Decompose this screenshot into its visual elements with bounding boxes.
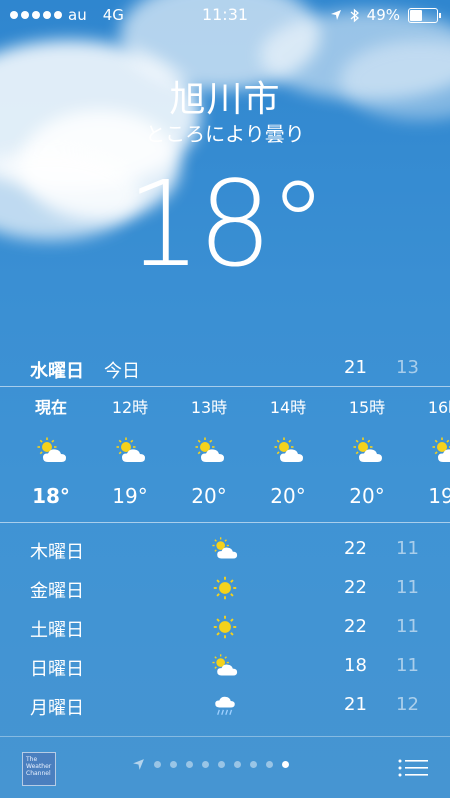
today-day: 水曜日: [30, 361, 84, 382]
list-icon[interactable]: [398, 758, 428, 778]
hourly-item: 現在 18°: [16, 388, 86, 520]
hourly-forecast[interactable]: 現在 18° 12時 19° 13時 20° 14時 20° 15時 20° 16時 19°: [0, 388, 450, 520]
daily-low: 12: [396, 694, 419, 715]
daily-forecast[interactable]: 木曜日 22 11 金曜日 22 11 土曜日 22 11 日曜日 18 11 月曜日 21 12: [0, 530, 450, 725]
daily-row: 月曜日 21 12: [0, 686, 450, 725]
daily-high: 18: [344, 655, 367, 676]
today-low: 13: [396, 357, 419, 378]
page-dot[interactable]: [250, 761, 257, 768]
partly-cloudy-icon: [35, 436, 69, 466]
sun-icon: [210, 614, 240, 640]
hour-temperature: 20°: [270, 484, 306, 508]
battery-icon: [408, 7, 441, 23]
status-bar: au 4G 11:31 49%: [0, 0, 450, 30]
daily-day: 月曜日: [30, 698, 84, 719]
hour-temperature: 20°: [349, 484, 385, 508]
divider: [0, 386, 450, 387]
page-dot[interactable]: [218, 761, 225, 768]
daily-low: 11: [396, 616, 419, 637]
divider: [0, 522, 450, 523]
hour-label: 16時: [427, 398, 450, 417]
hourly-item: 15時 20°: [332, 388, 402, 520]
location-arrow-icon: [133, 759, 144, 770]
hourly-item: 16時 19°: [411, 388, 450, 520]
partly-cloudy-icon: [193, 436, 227, 466]
partly-cloudy-icon: [210, 536, 240, 562]
weather-condition: ところにより曇り: [145, 122, 305, 146]
hourly-item: 13時 20°: [174, 388, 244, 520]
partly-cloudy-icon: [272, 436, 306, 466]
daily-day: 日曜日: [30, 659, 84, 680]
hour-temperature: 18°: [32, 484, 70, 508]
today-summary: 水曜日 今日 21 13: [0, 353, 450, 383]
weather-channel-logo[interactable]: The Weather Channel: [22, 752, 56, 786]
page-dot[interactable]: [202, 761, 209, 768]
bluetooth-icon: [350, 8, 359, 22]
battery-percent: 49%: [366, 6, 400, 24]
daily-low: 11: [396, 655, 419, 676]
current-temperature: 18°: [126, 155, 327, 293]
partly-cloudy-icon: [351, 436, 385, 466]
hour-label: 12時: [111, 398, 149, 417]
page-dot[interactable]: [170, 761, 177, 768]
daily-day: 土曜日: [30, 620, 84, 641]
daily-low: 11: [396, 577, 419, 598]
daily-high: 22: [344, 577, 367, 598]
city-name: 旭川市: [169, 79, 281, 120]
partly-cloudy-icon: [430, 436, 450, 466]
page-dot[interactable]: [154, 761, 161, 768]
bottom-toolbar: The Weather Channel: [0, 736, 450, 798]
hour-label: 14時: [269, 398, 307, 417]
hour-label: 15時: [348, 398, 386, 417]
hour-label: 現在: [34, 398, 67, 417]
hourly-item: 14時 20°: [253, 388, 323, 520]
daily-high: 21: [344, 694, 367, 715]
hourly-item: 12時 19°: [95, 388, 165, 520]
daily-low: 11: [396, 538, 419, 559]
hour-temperature: 20°: [191, 484, 227, 508]
page-dot[interactable]: [186, 761, 193, 768]
daily-row: 木曜日 22 11: [0, 530, 450, 569]
daily-high: 22: [344, 538, 367, 559]
location-arrow-icon: [330, 10, 341, 20]
hour-label: 13時: [190, 398, 228, 417]
page-indicator[interactable]: [132, 758, 289, 771]
page-dot[interactable]: [266, 761, 273, 768]
partly-cloudy-icon: [210, 653, 240, 679]
today-high: 21: [344, 357, 367, 378]
today-label: 今日: [104, 361, 140, 382]
sun-icon: [210, 575, 240, 601]
daily-row: 土曜日 22 11: [0, 608, 450, 647]
daily-high: 22: [344, 616, 367, 637]
daily-row: 日曜日 18 11: [0, 647, 450, 686]
hour-temperature: 19°: [428, 484, 450, 508]
daily-day: 金曜日: [30, 581, 84, 602]
page-dot[interactable]: [234, 761, 241, 768]
daily-day: 木曜日: [30, 542, 84, 563]
page-dot[interactable]: [282, 761, 289, 768]
daily-row: 金曜日 22 11: [0, 569, 450, 608]
hour-temperature: 19°: [112, 484, 148, 508]
partly-cloudy-icon: [114, 436, 148, 466]
rain-icon: [210, 692, 240, 718]
